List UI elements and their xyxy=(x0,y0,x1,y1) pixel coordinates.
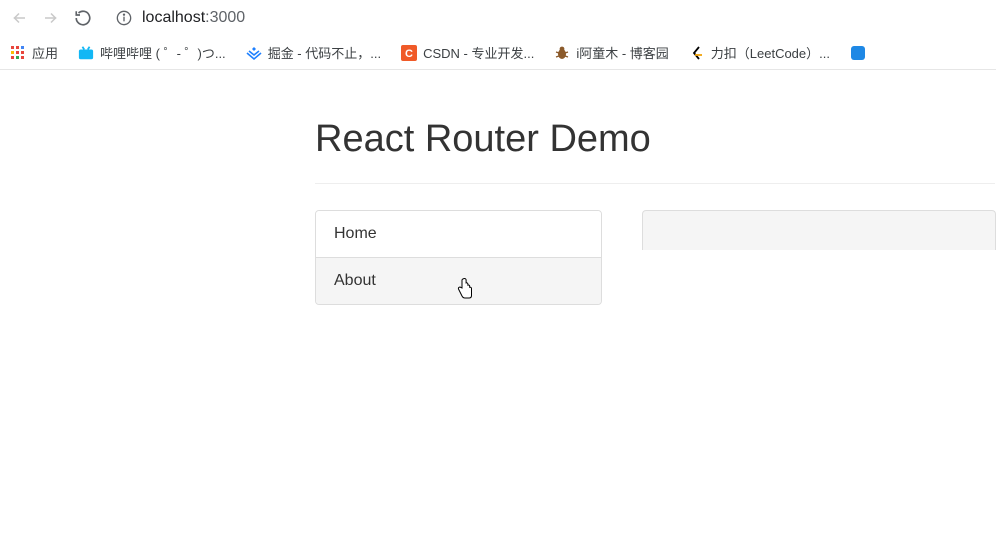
juejin-icon xyxy=(246,45,262,61)
browser-toolbar: localhost:3000 xyxy=(0,0,996,36)
apps-grid-icon xyxy=(10,45,26,61)
nav-item-home[interactable]: Home xyxy=(316,211,601,258)
bookmark-label: i阿童木 - 博客园 xyxy=(576,43,668,62)
square-icon xyxy=(850,45,866,61)
bilibili-icon xyxy=(78,45,94,61)
divider xyxy=(315,183,995,184)
content-panel xyxy=(642,210,996,250)
url-host: localhost xyxy=(142,9,205,26)
bookmark-label: 力扣（LeetCode）... xyxy=(711,43,830,62)
svg-text:C: C xyxy=(405,48,413,60)
url-port: :3000 xyxy=(205,9,245,26)
address-bar[interactable]: localhost:3000 xyxy=(116,9,986,27)
bug-icon xyxy=(554,45,570,61)
forward-button[interactable] xyxy=(42,9,60,27)
bookmark-bilibili[interactable]: 哔哩哔哩 ( ゜- ゜)つ... xyxy=(78,43,226,62)
bookmark-label: CSDN - 专业开发... xyxy=(423,43,534,62)
bookmarks-bar: 应用 哔哩哔哩 ( ゜- ゜)つ... 掘金 - 代码不止，... xyxy=(0,36,996,70)
back-button[interactable] xyxy=(10,9,28,27)
arrow-right-icon xyxy=(42,9,60,27)
page-content: React Router Demo Home About xyxy=(0,70,996,305)
nav-list: Home About xyxy=(315,210,602,305)
nav-item-about[interactable]: About xyxy=(316,258,601,304)
leetcode-icon xyxy=(689,45,705,61)
content-row: Home About xyxy=(315,210,996,305)
arrow-left-icon xyxy=(10,9,28,27)
csdn-icon: C xyxy=(401,45,417,61)
reload-icon xyxy=(74,9,92,27)
bookmark-label: 掘金 - 代码不止，... xyxy=(268,43,381,62)
bookmark-apps[interactable]: 应用 xyxy=(10,43,58,62)
bookmark-apps-label: 应用 xyxy=(32,43,58,62)
bookmark-label: 哔哩哔哩 ( ゜- ゜)つ... xyxy=(100,43,226,62)
reload-button[interactable] xyxy=(74,9,92,27)
nav-item-label: About xyxy=(334,272,376,289)
nav-item-label: Home xyxy=(334,225,377,242)
bookmark-overflow[interactable] xyxy=(850,45,866,61)
bookmark-leetcode[interactable]: 力扣（LeetCode）... xyxy=(689,43,830,62)
bookmark-csdn[interactable]: C CSDN - 专业开发... xyxy=(401,43,534,62)
page-title: React Router Demo xyxy=(315,118,996,161)
url-text: localhost:3000 xyxy=(142,9,245,27)
info-icon xyxy=(116,10,132,26)
bookmark-juejin[interactable]: 掘金 - 代码不止，... xyxy=(246,43,381,62)
bookmark-cnblogs[interactable]: i阿童木 - 博客园 xyxy=(554,43,668,62)
